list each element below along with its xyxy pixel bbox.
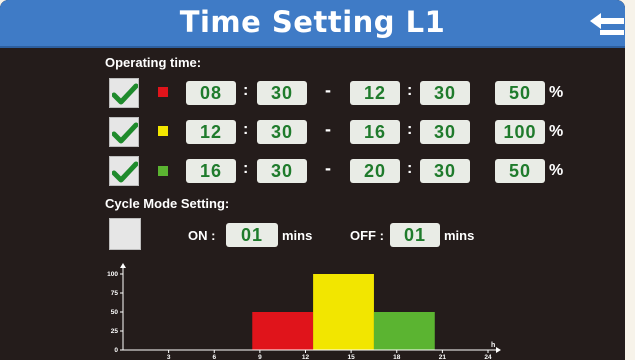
y-axis-arrow — [120, 263, 126, 268]
time-colon: : — [243, 82, 249, 99]
row-2-color-swatch — [158, 126, 168, 136]
row-2-start-minute-field[interactable]: 30 — [257, 120, 307, 144]
checkmark-icon — [112, 83, 138, 105]
time-colon: : — [243, 160, 249, 177]
chart-bar-3 — [373, 312, 435, 350]
x-tick-label: 9 — [258, 354, 262, 360]
x-axis-unit: h — [491, 342, 495, 349]
x-tick-label: 6 — [212, 354, 216, 360]
x-axis-arrow — [496, 347, 501, 353]
cycle-off-unit: mins — [444, 228, 475, 243]
row-1-end-hour-field[interactable]: 12 — [350, 81, 400, 105]
range-dash: - — [325, 119, 331, 139]
y-tick-label: 25 — [111, 328, 119, 335]
row-3-end-minute-field[interactable]: 30 — [420, 159, 470, 183]
y-tick-label: 75 — [111, 290, 119, 297]
title-bar: Time Setting L1 — [0, 0, 625, 48]
row-3-start-hour-field[interactable]: 16 — [186, 159, 236, 183]
y-tick-label: 0 — [114, 347, 118, 354]
x-tick-label: 24 — [484, 354, 492, 360]
row-1-power-field[interactable]: 50 — [495, 81, 545, 105]
range-dash: - — [325, 158, 331, 178]
row-3-enable-checkbox[interactable] — [109, 156, 139, 186]
row-1-end-minute-field[interactable]: 30 — [420, 81, 470, 105]
row-1-color-swatch — [158, 87, 168, 97]
row-1-start-hour-field[interactable]: 08 — [186, 81, 236, 105]
cycle-on-label: ON : — [188, 228, 216, 243]
y-tick-label: 50 — [111, 309, 119, 316]
chart-bar-2 — [313, 274, 374, 350]
operating-time-label: Operating time: — [105, 55, 202, 70]
time-colon: : — [407, 82, 413, 99]
schedule-chart: 100 75 50 25 0 3 6 9 12 15 18 21 24 h — [107, 263, 501, 360]
row-3-power-field[interactable]: 50 — [495, 159, 545, 183]
percent-sign: % — [549, 84, 564, 101]
y-tick-label: 100 — [107, 271, 118, 278]
x-tick-label: 15 — [348, 354, 356, 360]
back-arrow-icon[interactable] — [590, 12, 625, 36]
time-setting-panel: Time Setting L1 Operating time: 08 : 30 … — [0, 0, 625, 360]
row-1-enable-checkbox[interactable] — [109, 78, 139, 108]
time-colon: : — [407, 121, 413, 138]
row-3-start-minute-field[interactable]: 30 — [257, 159, 307, 183]
row-3-color-swatch — [158, 166, 168, 176]
chart-bar-1 — [252, 312, 314, 350]
cycle-off-label: OFF : — [350, 228, 384, 243]
x-tick-label: 3 — [167, 354, 171, 360]
time-colon: : — [407, 160, 413, 177]
percent-sign: % — [549, 162, 564, 179]
cycle-mode-checkbox[interactable] — [109, 218, 141, 250]
checkmark-icon — [112, 161, 138, 183]
percent-sign: % — [549, 123, 564, 140]
row-3-end-hour-field[interactable]: 20 — [350, 159, 400, 183]
row-2-power-field[interactable]: 100 — [495, 120, 545, 144]
cycle-on-minutes-field[interactable]: 01 — [226, 223, 278, 247]
cycle-off-minutes-field[interactable]: 01 — [390, 223, 440, 247]
row-2-start-hour-field[interactable]: 12 — [186, 120, 236, 144]
time-colon: : — [243, 121, 249, 138]
range-dash: - — [325, 80, 331, 100]
x-tick-label: 21 — [439, 354, 447, 360]
row-2-enable-checkbox[interactable] — [109, 117, 139, 147]
page-title: Time Setting L1 — [179, 5, 446, 39]
checkmark-icon — [112, 122, 138, 144]
row-2-end-minute-field[interactable]: 30 — [420, 120, 470, 144]
row-1-start-minute-field[interactable]: 30 — [257, 81, 307, 105]
cycle-mode-label: Cycle Mode Setting: — [105, 196, 230, 211]
row-2-end-hour-field[interactable]: 16 — [350, 120, 400, 144]
x-tick-label: 18 — [393, 354, 401, 360]
cycle-on-unit: mins — [282, 228, 313, 243]
x-tick-label: 12 — [302, 354, 310, 360]
